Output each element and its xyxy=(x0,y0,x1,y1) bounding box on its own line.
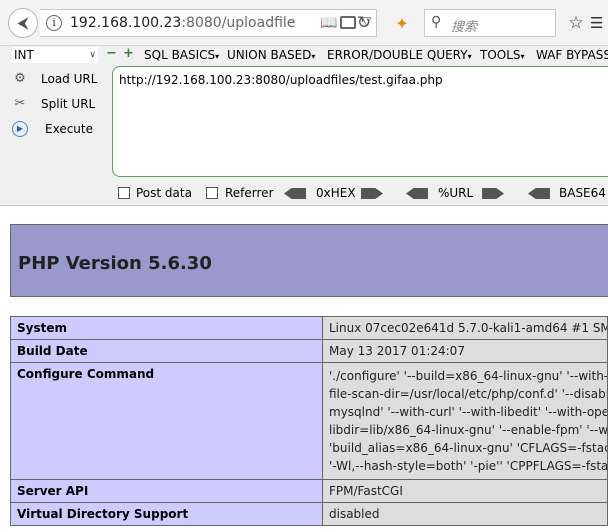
configure-line: 'build_alias=x86_64-linux-gnu' 'CFLAGS=-… xyxy=(329,441,608,455)
table-row: Virtual Directory Support disabled xyxy=(10,502,608,526)
chevron-down-icon: ∨ xyxy=(89,50,96,60)
back-button[interactable]: ⮜ xyxy=(8,8,38,38)
base64-label: BASE64 xyxy=(559,186,606,200)
hex-label: 0xHEX xyxy=(316,186,356,200)
menu-waf-bypass[interactable]: WAF BYPASS xyxy=(536,48,608,62)
page-title: PHP Version 5.6.30 xyxy=(18,253,212,274)
url-encoding-label: %URL xyxy=(438,186,474,200)
configure-line: libdir=lib/x86_64-linux-gnu' '--enable-f… xyxy=(329,423,608,437)
row-label: System xyxy=(10,316,323,340)
info-icon[interactable]: i xyxy=(46,15,62,31)
browser-navbar: ⮜ i 192.168.100.23:8080/uploadfile 📖 ▽ ↻… xyxy=(0,0,608,46)
row-value: FPM/FastCGI xyxy=(322,479,608,503)
referrer-checkbox[interactable] xyxy=(206,187,218,199)
base64-decode-arrow-icon[interactable] xyxy=(528,188,550,199)
execute-button[interactable]: ▶ Execute xyxy=(12,120,108,140)
url-decode-arrow-icon[interactable] xyxy=(406,188,428,199)
star-icon: ☆ xyxy=(568,13,584,33)
php-info-table: System Linux 07cec02e641d 5.7.0-kali1-am… xyxy=(10,316,608,526)
configure-line: './configure' '--build=x86_64-linux-gnu'… xyxy=(329,369,608,383)
page-content: PHP Version 5.6.30 System Linux 07cec02e… xyxy=(0,207,608,532)
row-value: Linux 07cec02e641d 5.7.0-kali1-amd64 #1 … xyxy=(322,316,608,340)
split-icon: ✂ xyxy=(14,96,26,111)
table-row: System Linux 07cec02e641d 5.7.0-kali1-am… xyxy=(10,316,608,340)
configure-line: '-Wl,--hash-style=both' '-pie'' 'CPPFLAG… xyxy=(329,459,608,473)
hex-decode-arrow-icon[interactable] xyxy=(284,188,306,199)
reload-icon: ↻ xyxy=(356,13,372,33)
injection-type-select[interactable]: INT ∨ xyxy=(12,47,98,63)
configure-line: mysqlnd' '--with-curl' '--with-libedit' … xyxy=(329,405,608,419)
url-textarea[interactable]: http://192.168.100.23:8080/uploadfiles/t… xyxy=(112,66,608,177)
post-data-checkbox[interactable] xyxy=(118,187,130,199)
table-row: Server API FPM/FastCGI xyxy=(10,479,608,503)
search-placeholder: 搜索 xyxy=(451,20,478,35)
search-box[interactable]: ⚲ 搜索 xyxy=(424,9,556,37)
url-host: 192.168.100.23 xyxy=(70,15,182,31)
row-label: Server API xyxy=(10,479,323,503)
load-icon: ⚙ xyxy=(14,71,26,86)
hex-encode-arrow-icon[interactable] xyxy=(361,188,383,199)
table-row: Build Date May 13 2017 01:24:07 xyxy=(10,339,608,363)
row-label: Virtual Directory Support xyxy=(10,502,323,526)
play-icon: ▶ xyxy=(12,121,28,137)
search-icon: ⚲ xyxy=(431,14,442,30)
back-arrow-icon: ⮜ xyxy=(17,13,29,32)
menu-icon: ☰ xyxy=(590,14,604,32)
url-encode-arrow-icon[interactable] xyxy=(482,188,504,199)
reload-button[interactable]: ↻ xyxy=(351,10,377,36)
row-value-multiline: './configure' '--build=x86_64-linux-gnu'… xyxy=(322,362,608,480)
reader-view-icon[interactable]: 📖 xyxy=(320,15,337,31)
menu-tools[interactable]: TOOLS▾ xyxy=(480,48,525,62)
php-version-header: PHP Version 5.6.30 xyxy=(10,224,608,297)
address-bar[interactable]: i 192.168.100.23:8080/uploadfile 📖 ▽ xyxy=(40,9,377,37)
post-data-label: Post data xyxy=(136,186,192,200)
address-text[interactable]: 192.168.100.23:8080/uploadfile xyxy=(70,15,320,31)
load-url-button[interactable]: ⚙ Load URL xyxy=(12,70,108,90)
bookmark-star-button[interactable]: ☆ xyxy=(564,11,588,35)
decrease-button[interactable]: − xyxy=(106,47,117,61)
url-path: :8080/uploadfile xyxy=(181,15,296,31)
row-value: disabled xyxy=(322,502,608,526)
split-url-button[interactable]: ✂ Split URL xyxy=(12,95,108,115)
row-value: May 13 2017 01:24:07 xyxy=(322,339,608,363)
hackbar-options: Post data Referrer 0xHEX %URL BASE64 xyxy=(0,184,608,204)
referrer-label: Referrer xyxy=(225,186,274,200)
menu-sql-basics[interactable]: SQL BASICS▾ xyxy=(144,48,219,62)
extension-icon[interactable]: ✦ xyxy=(390,12,414,34)
toolbar-overflow-button[interactable]: ☰ xyxy=(590,11,608,35)
hackbar-panel: INT ∨ − + SQL BASICS▾ UNION BASED▾ ERROR… xyxy=(0,46,608,206)
increase-button[interactable]: + xyxy=(123,47,134,61)
configure-line: file-scan-dir=/usr/local/etc/php/conf.d'… xyxy=(329,387,608,401)
menu-union-based[interactable]: UNION BASED▾ xyxy=(227,48,315,62)
row-label: Build Date xyxy=(10,339,323,363)
table-row: Configure Command './configure' '--build… xyxy=(10,362,608,480)
injection-type-value: INT xyxy=(14,48,34,62)
hackbar-menu: INT ∨ − + SQL BASICS▾ UNION BASED▾ ERROR… xyxy=(0,46,608,64)
row-label: Configure Command xyxy=(10,362,323,480)
menu-error-double-query[interactable]: ERROR/DOUBLE QUERY▾ xyxy=(327,48,472,62)
